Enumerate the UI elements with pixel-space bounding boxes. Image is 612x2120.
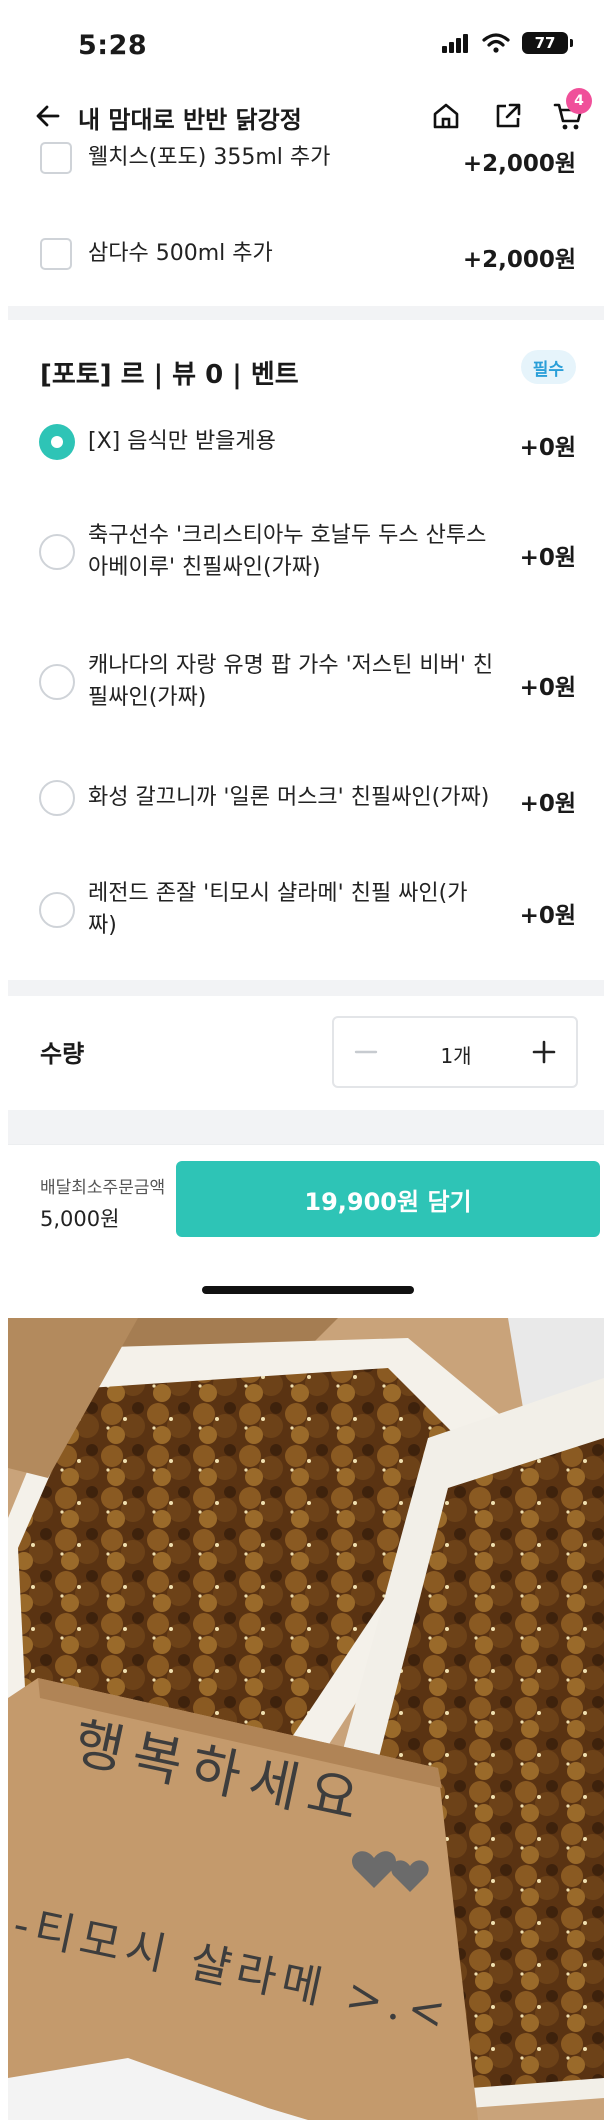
share-button[interactable] [488,96,528,136]
min-order-value: 5,000원 [40,1207,120,1231]
radio-button[interactable] [39,664,75,700]
quantity-value: 1개 [440,1044,472,1068]
section-divider [8,306,604,320]
section-title: [포토] 르 | 뷰 0 | 벤트 [40,360,299,390]
option-label-line1: 축구선수 '크리스티아누 호날두 두스 산투스 [88,523,487,548]
option-price: +2,000원 [462,151,576,177]
section-divider [8,980,604,996]
option-label: 웰치스(포도) 355ml 추가 [88,145,331,170]
option-row-timothee[interactable]: 레전드 존잘 '티모시 샬라메' 친필 싸인(가 짜) +0원 [8,878,604,942]
quantity-stepper: 1개 [332,1016,578,1088]
home-button[interactable] [426,96,466,136]
option-row-food-only[interactable]: [X] 음식만 받을게용 +0원 [8,422,604,462]
increment-button[interactable] [524,1032,564,1072]
option-label-line2: 짜) [88,913,117,938]
option-label: 삼다수 500ml 추가 [88,241,273,266]
option-price: +0원 [519,791,576,817]
signal-icon [442,34,468,53]
plus-icon [532,1040,556,1064]
decrement-button[interactable] [346,1032,386,1072]
page-title: 내 맘대로 반반 닭강정 [78,106,302,134]
home-indicator [202,1286,414,1294]
status-time: 5:28 [78,30,148,61]
radio-button[interactable] [39,534,75,570]
radio-button-selected[interactable] [39,424,75,460]
minus-icon [354,1050,378,1054]
cart-count-badge: 4 [566,88,592,114]
option-price: +0원 [519,435,576,461]
quantity-card: 수량 1개 [8,996,604,1110]
status-bar: 5:28 77 [0,0,612,90]
back-button[interactable] [28,96,68,136]
arrow-left-icon [36,105,60,127]
checkbox[interactable] [40,238,72,270]
option-label: 화성 갈끄니까 '일론 머스크' 친필싸인(가짜) [88,785,490,810]
option-label-line2: 필싸인(가짜) [88,685,207,710]
radio-button[interactable] [39,892,75,928]
option-row-samdasoo[interactable]: 삼다수 500ml 추가 +2,000원 [8,238,604,274]
option-row-ronaldo[interactable]: 축구선수 '크리스티아누 호날두 두스 산투스 아베이루' 친필싸인(가짜) +… [8,520,604,584]
option-price: +0원 [519,903,576,929]
cart-button[interactable]: 4 [548,88,592,136]
option-label-line1: 레전드 존잘 '티모시 샬라메' 친필 싸인(가 [88,881,468,906]
status-icons: 77 [442,32,573,54]
section-divider [8,1110,604,1144]
option-row-musk[interactable]: 화성 갈끄니까 '일론 머스크' 친필싸인(가짜) +0원 [8,778,604,818]
min-order-label: 배달최소주문금액 [40,1178,166,1198]
quantity-label: 수량 [40,1040,85,1068]
option-label: [X] 음식만 받을게용 [88,429,276,454]
food-photo: 행복하세요 -티모시 샬라메 >.< [8,1318,604,2120]
option-row-bieber[interactable]: 캐나다의 자랑 유명 팝 가수 '저스틴 비버' 친 필싸인(가짜) +0원 [8,650,604,714]
option-row-welchs[interactable]: 웰치스(포도) 355ml 추가 +2,000원 [8,142,604,178]
option-label-line1: 캐나다의 자랑 유명 팝 가수 '저스틴 비버' 친 [88,653,494,678]
app-header: 내 맘대로 반반 닭강정 4 [0,88,612,142]
drink-options-card: 웰치스(포도) 355ml 추가 +2,000원 삼다수 500ml 추가 +2… [8,142,604,306]
add-to-cart-button[interactable]: 19,900원 담기 [176,1161,600,1237]
wifi-icon [482,33,510,53]
event-options-card: [포토] 르 | 뷰 0 | 벤트 필수 [X] 음식만 받을게용 +0원 축구… [8,320,604,980]
required-badge: 필수 [520,350,576,384]
battery-icon: 77 [522,32,573,54]
share-icon [496,103,521,128]
option-label-line2: 아베이루' 친필싸인(가짜) [88,555,321,580]
option-price: +0원 [519,675,576,701]
radio-button[interactable] [39,780,75,816]
checkbox[interactable] [40,142,72,174]
home-icon [433,103,459,129]
option-price: +0원 [519,545,576,571]
option-price: +2,000원 [462,247,576,273]
